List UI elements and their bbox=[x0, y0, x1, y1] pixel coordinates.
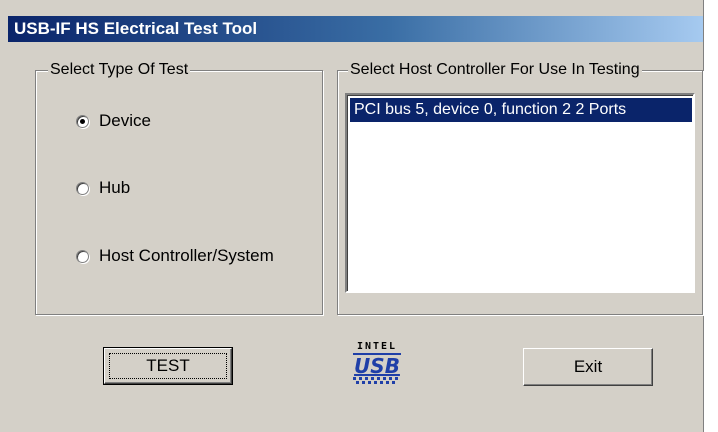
test-type-legend: Select Type Of Test bbox=[48, 60, 191, 80]
list-item-selected[interactable]: PCI bus 5, device 0, function 2 2 Ports bbox=[350, 98, 692, 122]
radio-device-label: Device bbox=[99, 111, 151, 130]
usb-logo-icon: INTEL USB bbox=[353, 341, 401, 384]
intel-usb-logo: INTEL USB bbox=[349, 339, 405, 385]
radio-hub-label: Hub bbox=[99, 178, 131, 197]
host-controller-legend: Select Host Controller For Use In Testin… bbox=[348, 60, 642, 80]
radio-button-icon[interactable] bbox=[76, 114, 89, 128]
host-controller-list[interactable]: PCI bus 5, device 0, function 2 2 Ports bbox=[345, 93, 695, 293]
svg-text:INTEL: INTEL bbox=[357, 341, 397, 352]
svg-text:USB: USB bbox=[354, 354, 400, 378]
radio-hub[interactable]: Hub bbox=[76, 177, 130, 199]
window-title: USB-IF HS Electrical Test Tool bbox=[14, 19, 258, 38]
dialog-window: USB-IF HS Electrical Test Tool Select Ty… bbox=[0, 0, 704, 432]
list-item-label: PCI bus 5, device 0, function 2 2 Ports bbox=[354, 101, 627, 118]
radio-host-controller[interactable]: Host Controller/System bbox=[76, 245, 274, 267]
radio-device[interactable]: Device bbox=[76, 110, 151, 132]
radio-button-icon[interactable] bbox=[76, 181, 89, 195]
test-type-group: Select Type Of Test Device Hub Host Cont… bbox=[35, 60, 323, 315]
radio-host-controller-label: Host Controller/System bbox=[99, 246, 274, 265]
title-bar[interactable]: USB-IF HS Electrical Test Tool bbox=[8, 16, 703, 42]
test-button-label: TEST bbox=[146, 356, 190, 375]
radio-button-icon[interactable] bbox=[76, 249, 89, 263]
exit-button[interactable]: Exit bbox=[523, 348, 653, 386]
exit-button-label: Exit bbox=[573, 357, 603, 376]
test-button[interactable]: TEST bbox=[103, 347, 233, 385]
